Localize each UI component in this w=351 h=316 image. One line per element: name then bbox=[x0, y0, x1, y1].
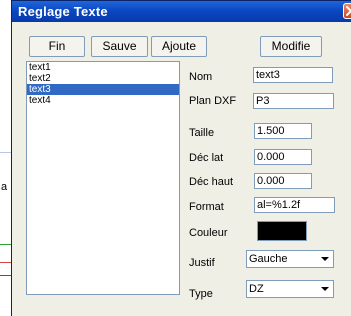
screen: a Reglage Texte Fin Sauve Ajoute Modifie… bbox=[0, 0, 351, 316]
dec-haut-label: Déc haut bbox=[189, 176, 234, 188]
dec-lat-label: Déc lat bbox=[189, 152, 224, 164]
plan-dxf-field[interactable]: P3 bbox=[253, 93, 334, 109]
format-label: Format bbox=[189, 201, 224, 213]
list-item-selected[interactable]: text3 bbox=[27, 84, 179, 95]
chevron-down-icon[interactable] bbox=[318, 252, 332, 266]
nom-label: Nom bbox=[189, 71, 213, 83]
fin-button[interactable]: Fin bbox=[29, 36, 85, 57]
nom-field[interactable]: text3 bbox=[253, 67, 333, 83]
list-item[interactable]: text2 bbox=[27, 73, 179, 84]
close-icon bbox=[346, 6, 351, 16]
reglage-texte-dialog: Reglage Texte Fin Sauve Ajoute Modifie t… bbox=[11, 0, 351, 316]
type-select-value: DZ bbox=[249, 283, 264, 295]
chevron-down-icon[interactable] bbox=[318, 282, 332, 296]
sauve-button[interactable]: Sauve bbox=[91, 36, 148, 57]
list-item[interactable]: text1 bbox=[27, 62, 179, 73]
taille-field[interactable]: 1.500 bbox=[254, 123, 312, 139]
justif-select[interactable]: Gauche bbox=[246, 250, 334, 268]
ajoute-button[interactable]: Ajoute bbox=[151, 36, 207, 57]
taille-label: Taille bbox=[189, 127, 215, 139]
plan-dxf-label: Plan DXF bbox=[189, 95, 237, 107]
background-text: a bbox=[1, 181, 8, 193]
couleur-label: Couleur bbox=[189, 227, 228, 239]
list-item[interactable]: text4 bbox=[27, 95, 179, 106]
modifie-button[interactable]: Modifie bbox=[260, 36, 322, 57]
couleur-swatch[interactable] bbox=[257, 221, 307, 241]
type-select[interactable]: DZ bbox=[246, 280, 334, 298]
format-field[interactable]: al=%1.2f bbox=[254, 197, 335, 213]
dec-haut-field[interactable]: 0.000 bbox=[254, 173, 312, 189]
title-bar[interactable]: Reglage Texte bbox=[12, 1, 351, 22]
close-button[interactable] bbox=[343, 3, 351, 19]
dec-lat-field[interactable]: 0.000 bbox=[254, 149, 312, 165]
justif-select-value: Gauche bbox=[249, 253, 288, 265]
text-list[interactable]: text1 text2 text3 text4 bbox=[26, 61, 180, 295]
type-label: Type bbox=[189, 288, 213, 300]
justif-label: Justif bbox=[189, 257, 215, 269]
window-title: Reglage Texte bbox=[18, 4, 108, 19]
